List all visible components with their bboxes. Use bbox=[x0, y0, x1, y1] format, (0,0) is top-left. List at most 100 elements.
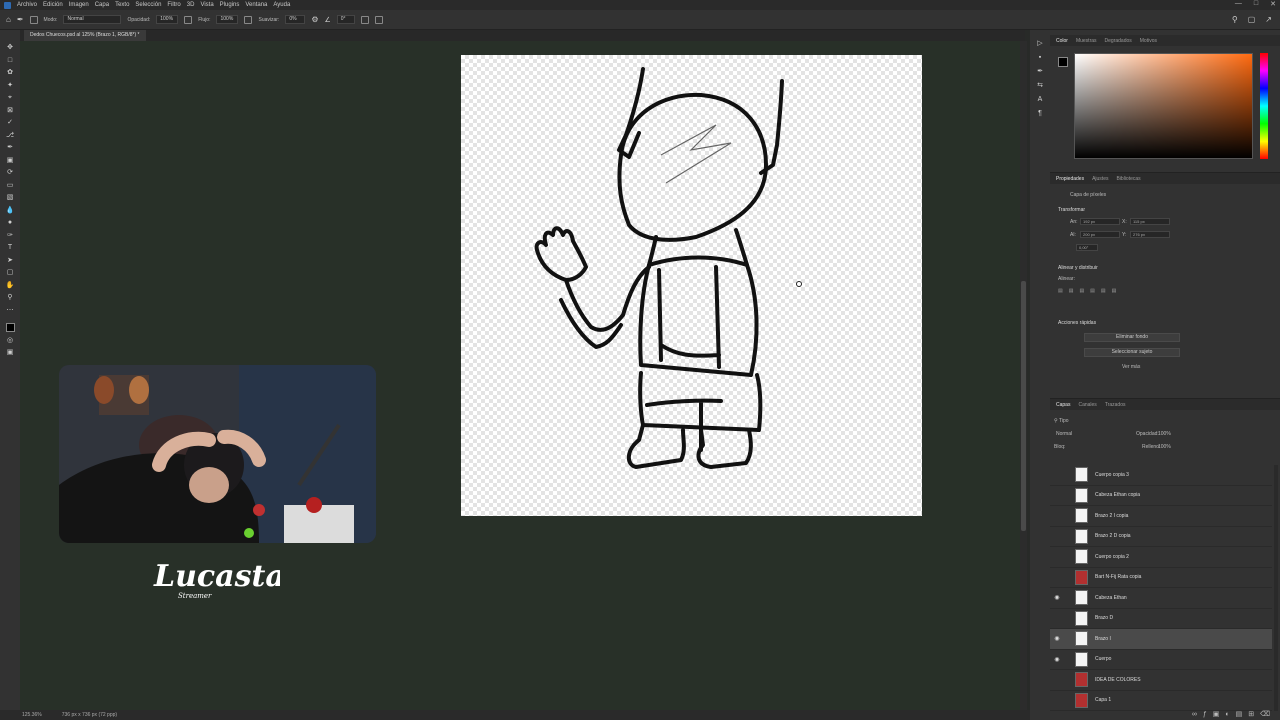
artboard[interactable] bbox=[461, 55, 922, 516]
gradient-tool-icon[interactable]: ▧ bbox=[6, 194, 15, 202]
opacity-input[interactable]: 100% bbox=[156, 15, 179, 24]
workspace-icon[interactable]: ▢ bbox=[1248, 15, 1256, 24]
menu-capa[interactable]: Capa bbox=[95, 2, 109, 8]
type-tool-icon[interactable]: T bbox=[6, 244, 15, 252]
tab-patterns[interactable]: Motivos bbox=[1140, 38, 1157, 44]
zoom-tool-icon[interactable]: ⚲ bbox=[6, 294, 15, 302]
menu-filtro[interactable]: Filtro bbox=[167, 2, 180, 8]
angle-input[interactable]: 0° bbox=[336, 15, 355, 24]
tab-libraries[interactable]: Bibliotecas bbox=[1116, 176, 1140, 182]
layer-row[interactable]: Cabeza Ethan copia bbox=[1050, 486, 1272, 506]
eyedropper-tool-icon[interactable]: ✓ bbox=[6, 119, 15, 127]
tab-paths[interactable]: Trazados bbox=[1105, 402, 1126, 408]
layer-row[interactable]: Brazo D bbox=[1050, 609, 1272, 629]
share-icon[interactable]: ↗ bbox=[1265, 15, 1272, 24]
layers-scrollbar[interactable] bbox=[1274, 465, 1278, 711]
blur-tool-icon[interactable]: 💧 bbox=[6, 207, 15, 215]
airbrush-icon[interactable] bbox=[244, 15, 253, 24]
paragraph-icon[interactable]: ¶ bbox=[1038, 110, 1042, 117]
vertical-scroll-thumb[interactable] bbox=[1021, 281, 1026, 531]
eraser-tool-icon[interactable]: ▭ bbox=[6, 182, 15, 190]
color-field[interactable] bbox=[1074, 53, 1253, 159]
gear-icon[interactable]: ⚙ bbox=[311, 15, 318, 24]
mode-select[interactable]: Normal bbox=[63, 15, 122, 24]
comments-icon[interactable]: ▪ bbox=[1039, 54, 1041, 61]
brush-settings-icon[interactable] bbox=[29, 15, 38, 24]
history-brush-icon[interactable]: ⟳ bbox=[6, 169, 15, 177]
foreground-color-chip[interactable] bbox=[1058, 57, 1068, 67]
link-layers-icon[interactable]: ∞ bbox=[1192, 711, 1197, 718]
move-tool-icon[interactable]: ✥ bbox=[6, 44, 15, 52]
menu-ventana[interactable]: Ventana bbox=[245, 2, 267, 8]
visibility-eye-icon[interactable]: ◉ bbox=[1050, 635, 1064, 642]
menu-plugins[interactable]: Plugins bbox=[220, 2, 240, 8]
layer-row[interactable]: ◉ Cuerpo bbox=[1050, 650, 1272, 670]
menu-archivo[interactable]: Archivo bbox=[17, 2, 37, 8]
menu-edicion[interactable]: Edición bbox=[43, 2, 63, 8]
smooth-input[interactable]: 0% bbox=[285, 15, 306, 24]
y-input[interactable]: 276 px bbox=[1130, 231, 1170, 238]
layer-row[interactable]: ◉ Brazo I bbox=[1050, 629, 1272, 650]
brush-preset-icon[interactable]: ✒ bbox=[17, 15, 24, 24]
pressure-size-icon[interactable] bbox=[360, 15, 369, 24]
mask-icon[interactable]: ▣ bbox=[1213, 710, 1220, 718]
close-icon[interactable]: ✕ bbox=[1270, 0, 1276, 8]
search-icon[interactable]: ⚲ bbox=[1232, 15, 1238, 24]
width-input[interactable]: 192 px bbox=[1080, 218, 1120, 225]
tab-color[interactable]: Color bbox=[1056, 38, 1068, 44]
fx-icon[interactable]: ƒ bbox=[1203, 711, 1207, 718]
pressure-opacity-icon[interactable] bbox=[184, 15, 193, 24]
tab-layers[interactable]: Capas bbox=[1056, 402, 1070, 408]
brush-settings-panel-icon[interactable]: ✒ bbox=[1037, 68, 1043, 75]
character-icon[interactable]: A bbox=[1038, 96, 1043, 103]
foreground-color-swatch[interactable] bbox=[5, 323, 15, 332]
group-icon[interactable]: ▤ bbox=[1236, 710, 1243, 718]
minimize-icon[interactable]: — bbox=[1235, 0, 1242, 8]
menu-seleccion[interactable]: Selección bbox=[135, 2, 161, 8]
crop-tool-icon[interactable]: ⌖ bbox=[6, 94, 15, 102]
quick-actions-section[interactable]: Acciones rápidas bbox=[1058, 320, 1096, 326]
vertical-scrollbar[interactable] bbox=[1020, 41, 1027, 711]
x-input[interactable]: 115 px bbox=[1130, 218, 1170, 225]
zoom-level[interactable]: 125.36% bbox=[22, 712, 42, 718]
layer-row[interactable]: Brazo 2 D copia bbox=[1050, 527, 1272, 547]
menu-texto[interactable]: Texto bbox=[115, 2, 129, 8]
hand-tool-icon[interactable]: ✋ bbox=[6, 282, 15, 290]
pen-tool-icon[interactable]: ✑ bbox=[6, 232, 15, 240]
transform-section[interactable]: Transformar bbox=[1058, 207, 1085, 213]
flow-input[interactable]: 100% bbox=[216, 15, 239, 24]
layer-row[interactable]: Brazo 2 I copia bbox=[1050, 506, 1272, 527]
layer-row[interactable]: ◉ Cabeza Ethan bbox=[1050, 588, 1272, 609]
tab-gradients[interactable]: Degradados bbox=[1105, 38, 1132, 44]
visibility-eye-icon[interactable]: ◉ bbox=[1050, 594, 1064, 601]
path-selection-icon[interactable]: ➤ bbox=[6, 257, 15, 265]
hue-slider[interactable] bbox=[1260, 53, 1268, 159]
height-input[interactable]: 200 px bbox=[1080, 231, 1120, 238]
menu-3d[interactable]: 3D bbox=[187, 2, 195, 8]
more-tools-icon[interactable]: ⋯ bbox=[6, 307, 15, 315]
angle-input-props[interactable]: 0,00° bbox=[1076, 244, 1098, 251]
adjustment-layer-icon[interactable]: ◐ bbox=[1225, 711, 1229, 718]
align-section[interactable]: Alinear y distribuir bbox=[1058, 265, 1098, 271]
align-icons[interactable]: ▤▤▤▤▤▤ bbox=[1058, 288, 1122, 294]
more-link[interactable]: Ver más bbox=[1122, 364, 1140, 370]
fill-input[interactable]: 100% bbox=[1158, 444, 1171, 450]
dodge-tool-icon[interactable]: ● bbox=[6, 219, 15, 227]
remove-background-button[interactable]: Eliminar fondo bbox=[1084, 333, 1180, 342]
symmetry-icon[interactable] bbox=[374, 15, 383, 24]
layer-filter[interactable]: ⚲ Tipo bbox=[1054, 418, 1069, 424]
new-layer-icon[interactable]: ⊞ bbox=[1248, 710, 1254, 718]
tab-properties[interactable]: Propiedades bbox=[1056, 176, 1084, 182]
home-icon[interactable]: ⌂ bbox=[6, 15, 11, 24]
magic-wand-tool-icon[interactable]: ✦ bbox=[6, 82, 15, 90]
document-tab[interactable]: Dedos Chuecos.psd al 125% (Brazo 1, RGB/… bbox=[24, 30, 146, 41]
select-subject-button[interactable]: Seleccionar sujeto bbox=[1084, 348, 1180, 357]
menu-ayuda[interactable]: Ayuda bbox=[273, 2, 290, 8]
maximize-icon[interactable]: □ bbox=[1254, 0, 1258, 8]
quick-mask-icon[interactable]: ◎ bbox=[6, 337, 15, 345]
shape-tool-icon[interactable]: ▢ bbox=[6, 269, 15, 277]
layer-opacity-input[interactable]: 100% bbox=[1158, 431, 1171, 437]
lasso-tool-icon[interactable]: ✿ bbox=[6, 69, 15, 77]
layer-row[interactable]: Cuerpo copia 2 bbox=[1050, 547, 1272, 568]
layer-row[interactable]: IDEA DE COLORES bbox=[1050, 670, 1272, 691]
